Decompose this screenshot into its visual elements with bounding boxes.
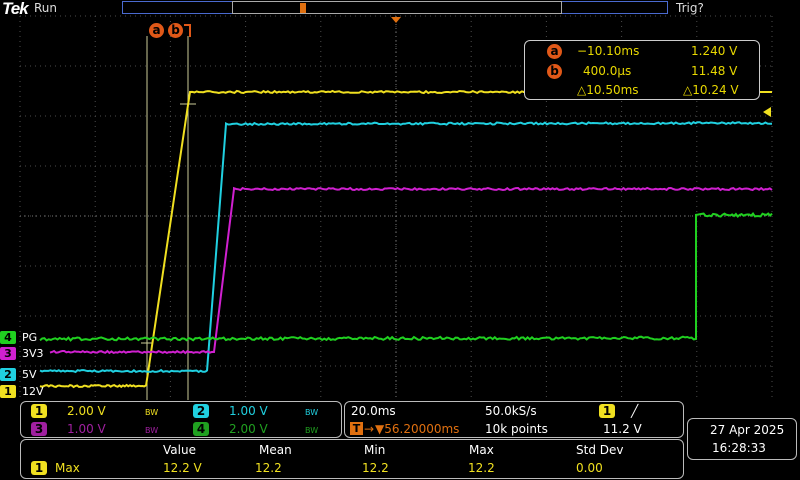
ch4-ground-tag[interactable]: 4: [0, 331, 16, 344]
cursor-b-bracket: [184, 24, 191, 37]
cursor-a-badge: a: [547, 44, 562, 59]
cursor-a-marker[interactable]: a: [149, 23, 164, 38]
meas-source-badge[interactable]: 1: [31, 461, 47, 475]
ch3-ground-tag[interactable]: 3: [0, 347, 16, 360]
cursor-b-voltage: 11.48 V: [691, 64, 737, 78]
meas-mean: 12.2: [255, 461, 282, 475]
cursor-delta-time: △10.50ms: [577, 83, 639, 97]
ch2-bw-limit: BW: [305, 408, 318, 417]
meas-header-max: Max: [469, 443, 494, 457]
trigger-t-icon: T: [350, 422, 363, 435]
meas-header-value: Value: [163, 443, 196, 457]
meas-min: 12.2: [362, 461, 389, 475]
meas-max: 12.2: [468, 461, 495, 475]
ch2-name: 5V: [22, 368, 37, 381]
time-readout: 16:28:33: [712, 441, 766, 455]
ch3-scale: 1.00 V: [67, 422, 106, 436]
trigger-level: 11.2 V: [603, 422, 642, 436]
meas-header-mean: Mean: [259, 443, 292, 457]
cursor-readout[interactable]: a −10.10ms 1.240 V b 400.0µs 11.48 V △10…: [524, 40, 760, 100]
datetime-panel: 27 Apr 2025 16:28:33: [687, 418, 797, 460]
ch1-badge[interactable]: 1: [31, 404, 47, 418]
meas-name: Max: [55, 461, 80, 475]
trigger-source-badge[interactable]: 1: [599, 404, 615, 418]
meas-header-min: Min: [364, 443, 385, 457]
cursor-a-time: −10.10ms: [577, 44, 639, 58]
cursor-a-voltage: 1.240 V: [691, 44, 737, 58]
ch1-ground-tag[interactable]: 1: [0, 385, 16, 398]
horizontal-scale: 20.0ms: [351, 404, 396, 418]
trigger-slope-icon: ╱: [631, 404, 638, 418]
ch3-name: 3V3: [22, 347, 44, 360]
cursor-b-badge: b: [547, 64, 562, 79]
date-readout: 27 Apr 2025: [710, 423, 784, 437]
ch2-badge[interactable]: 2: [193, 404, 209, 418]
meas-value: 12.2 V: [163, 461, 202, 475]
ch2-ground-tag[interactable]: 2: [0, 368, 16, 381]
measurement-panel[interactable]: Value Mean Min Max Std Dev 1 Max 12.2 V …: [20, 439, 684, 479]
channel-scale-panel[interactable]: 1 2.00 V BW 2 1.00 V BW 3 1.00 V BW 4 2.…: [20, 401, 342, 438]
record-length: 10k points: [485, 422, 548, 436]
ch4-badge[interactable]: 4: [193, 422, 209, 436]
timebase-panel[interactable]: 20.0ms 50.0kS/s 1 ╱ T → ▼56.20000ms 10k …: [344, 401, 684, 438]
ch1-bw-limit: BW: [145, 408, 158, 417]
sample-rate: 50.0kS/s: [485, 404, 537, 418]
ch4-bw-limit: BW: [305, 426, 318, 435]
ch3-badge[interactable]: 3: [31, 422, 47, 436]
cursor-b-time: 400.0µs: [583, 64, 631, 78]
ch4-scale: 2.00 V: [229, 422, 268, 436]
ch1-name: 12V: [22, 385, 44, 398]
ch1-scale: 2.00 V: [67, 404, 106, 418]
meas-header-stddev: Std Dev: [576, 443, 623, 457]
ch3-bw-limit: BW: [145, 426, 158, 435]
meas-stddev: 0.00: [576, 461, 603, 475]
cursor-delta-voltage: △10.24 V: [683, 83, 739, 97]
trigger-position: ▼56.20000ms: [375, 422, 459, 436]
cursor-b-marker[interactable]: b: [168, 23, 183, 38]
ch2-scale: 1.00 V: [229, 404, 268, 418]
trigger-arrow-icon: →: [364, 422, 374, 436]
ch4-name: PG: [22, 331, 37, 344]
